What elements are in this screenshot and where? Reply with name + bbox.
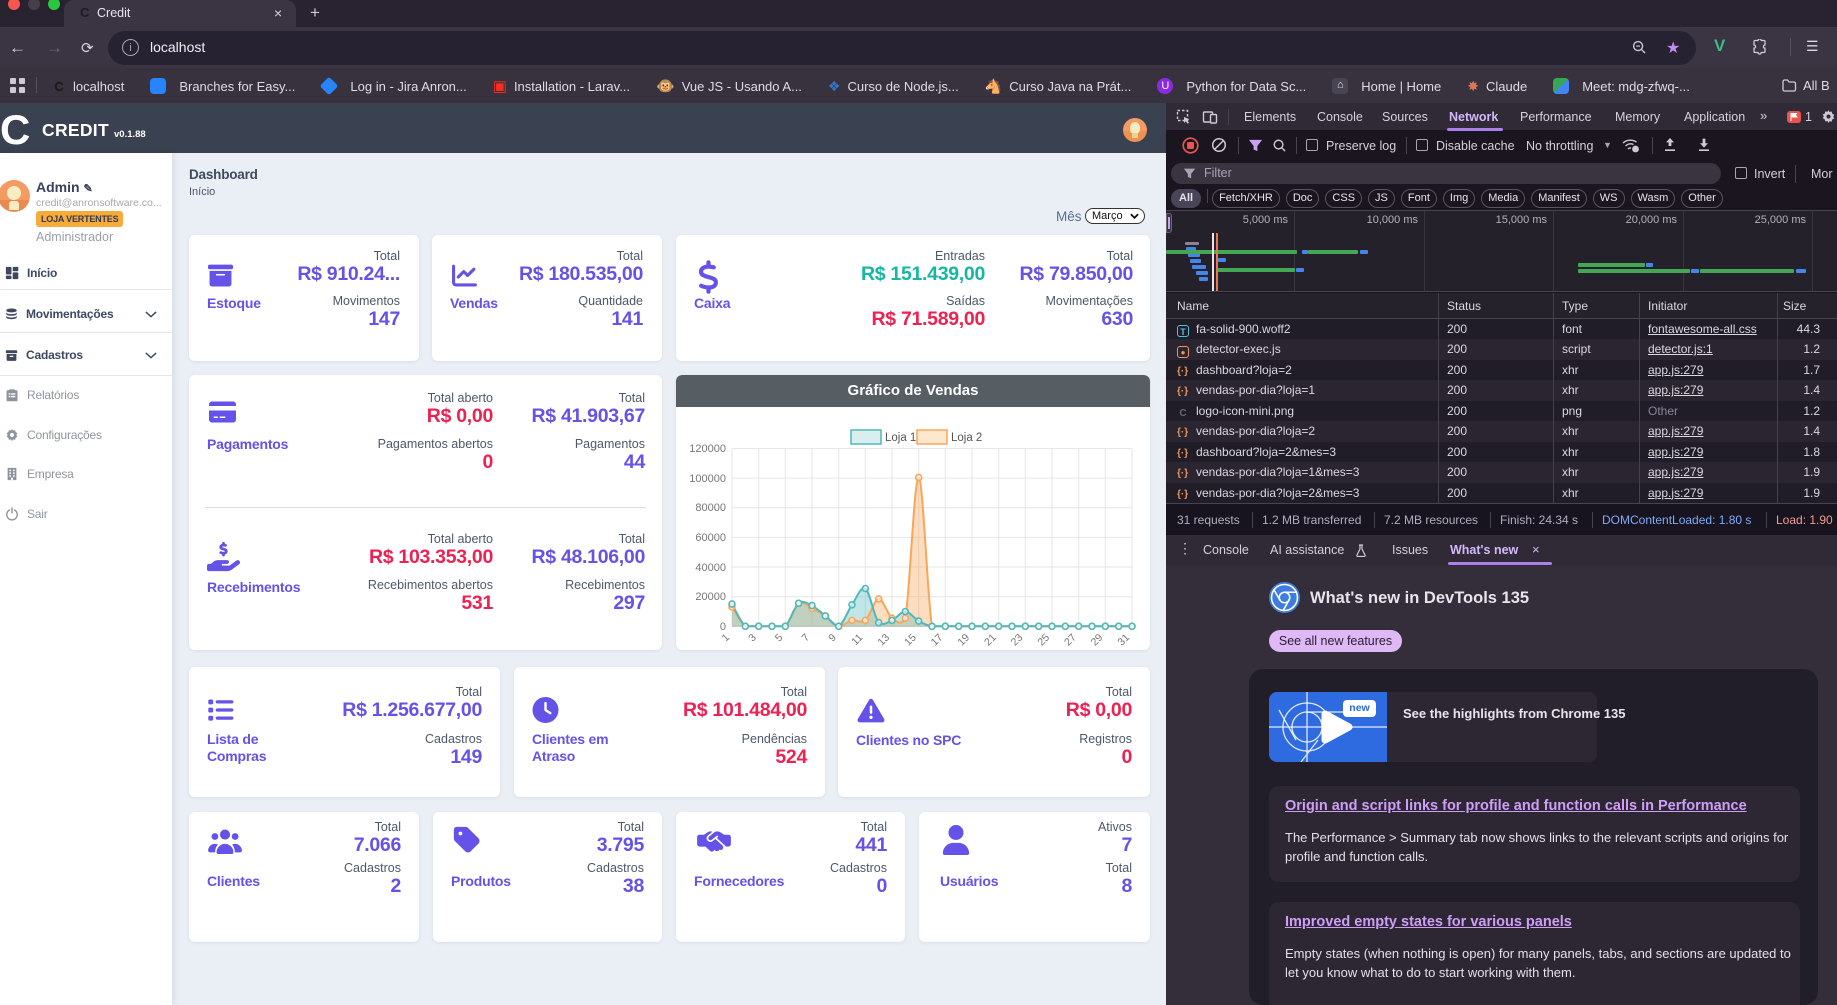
svg-text:29: 29 [1089, 632, 1106, 649]
svg-text:23: 23 [1009, 632, 1026, 649]
svg-text:19: 19 [955, 632, 972, 649]
svg-text:20000: 20000 [695, 591, 726, 603]
svg-text:27: 27 [1062, 632, 1079, 649]
svg-text:25: 25 [1035, 632, 1052, 649]
svg-text:5: 5 [773, 632, 786, 645]
svg-text:60000: 60000 [695, 532, 726, 544]
svg-text:17: 17 [929, 632, 946, 649]
svg-text:21: 21 [982, 632, 999, 649]
svg-text:9: 9 [826, 632, 839, 645]
svg-text:15: 15 [902, 632, 919, 649]
svg-text:40000: 40000 [695, 562, 726, 574]
svg-text:7: 7 [800, 632, 813, 645]
svg-text:100000: 100000 [689, 473, 726, 485]
svg-text:1: 1 [720, 632, 733, 645]
svg-text:Loja 2: Loja 2 [951, 432, 982, 444]
svg-text:80000: 80000 [695, 502, 726, 514]
svg-text:11: 11 [849, 632, 865, 648]
svg-text:13: 13 [875, 632, 892, 649]
svg-text:31: 31 [1115, 632, 1132, 649]
svg-text:3: 3 [746, 632, 759, 645]
svg-text:120000: 120000 [689, 443, 726, 455]
svg-text:Loja 1: Loja 1 [885, 432, 916, 444]
